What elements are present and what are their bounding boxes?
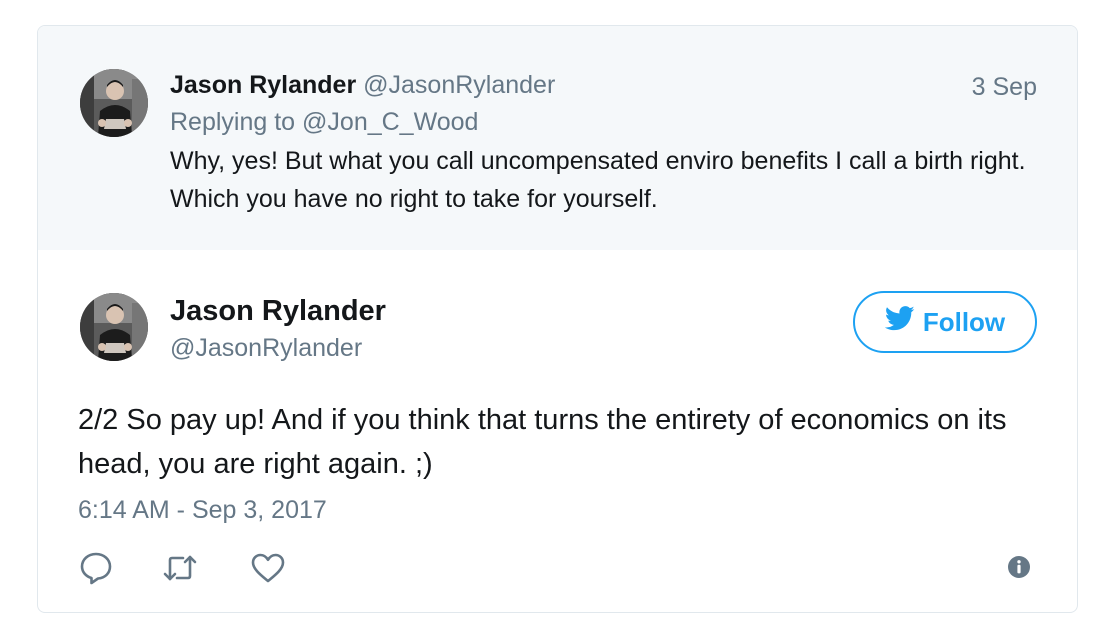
avatar[interactable]: [80, 293, 148, 361]
info-icon[interactable]: [1007, 555, 1031, 579]
tweet-date-link[interactable]: 3 Sep: [972, 71, 1037, 103]
retweet-icon[interactable]: [162, 551, 198, 585]
follow-label: Follow: [922, 306, 1006, 337]
avatar[interactable]: [80, 69, 148, 137]
parent-tweet-text: Why, yes! But what you call uncompensate…: [170, 147, 1026, 213]
embedded-tweet-card: Jason Rylander @JasonRylander 3 Sep Repl…: [37, 25, 1078, 613]
parent-tweet-header: Jason Rylander @JasonRylander: [170, 69, 555, 101]
parent-tweet[interactable]: Jason Rylander @JasonRylander 3 Sep Repl…: [38, 26, 1077, 250]
replying-to-line: Replying to @Jon_C_Wood: [170, 106, 478, 138]
author-handle[interactable]: @JasonRylander: [363, 71, 555, 99]
author-name[interactable]: Jason Rylander: [170, 71, 356, 99]
author-name[interactable]: Jason Rylander: [170, 293, 386, 329]
author-block: Jason Rylander @JasonRylander: [170, 293, 386, 364]
replying-to-label: Replying to: [170, 108, 303, 136]
main-tweet-text: 2/2 So pay up! And if you think that tur…: [78, 404, 1007, 480]
twitter-bird-icon: [884, 306, 915, 338]
author-handle[interactable]: @JasonRylander: [170, 332, 386, 364]
replying-to-mention[interactable]: @Jon_C_Wood: [302, 108, 478, 136]
follow-button[interactable]: Follow: [853, 291, 1037, 353]
tweet-timestamp[interactable]: 6:14 AM - Sep 3, 2017: [78, 494, 327, 526]
heart-icon[interactable]: [250, 551, 286, 585]
reply-icon[interactable]: [78, 551, 114, 585]
